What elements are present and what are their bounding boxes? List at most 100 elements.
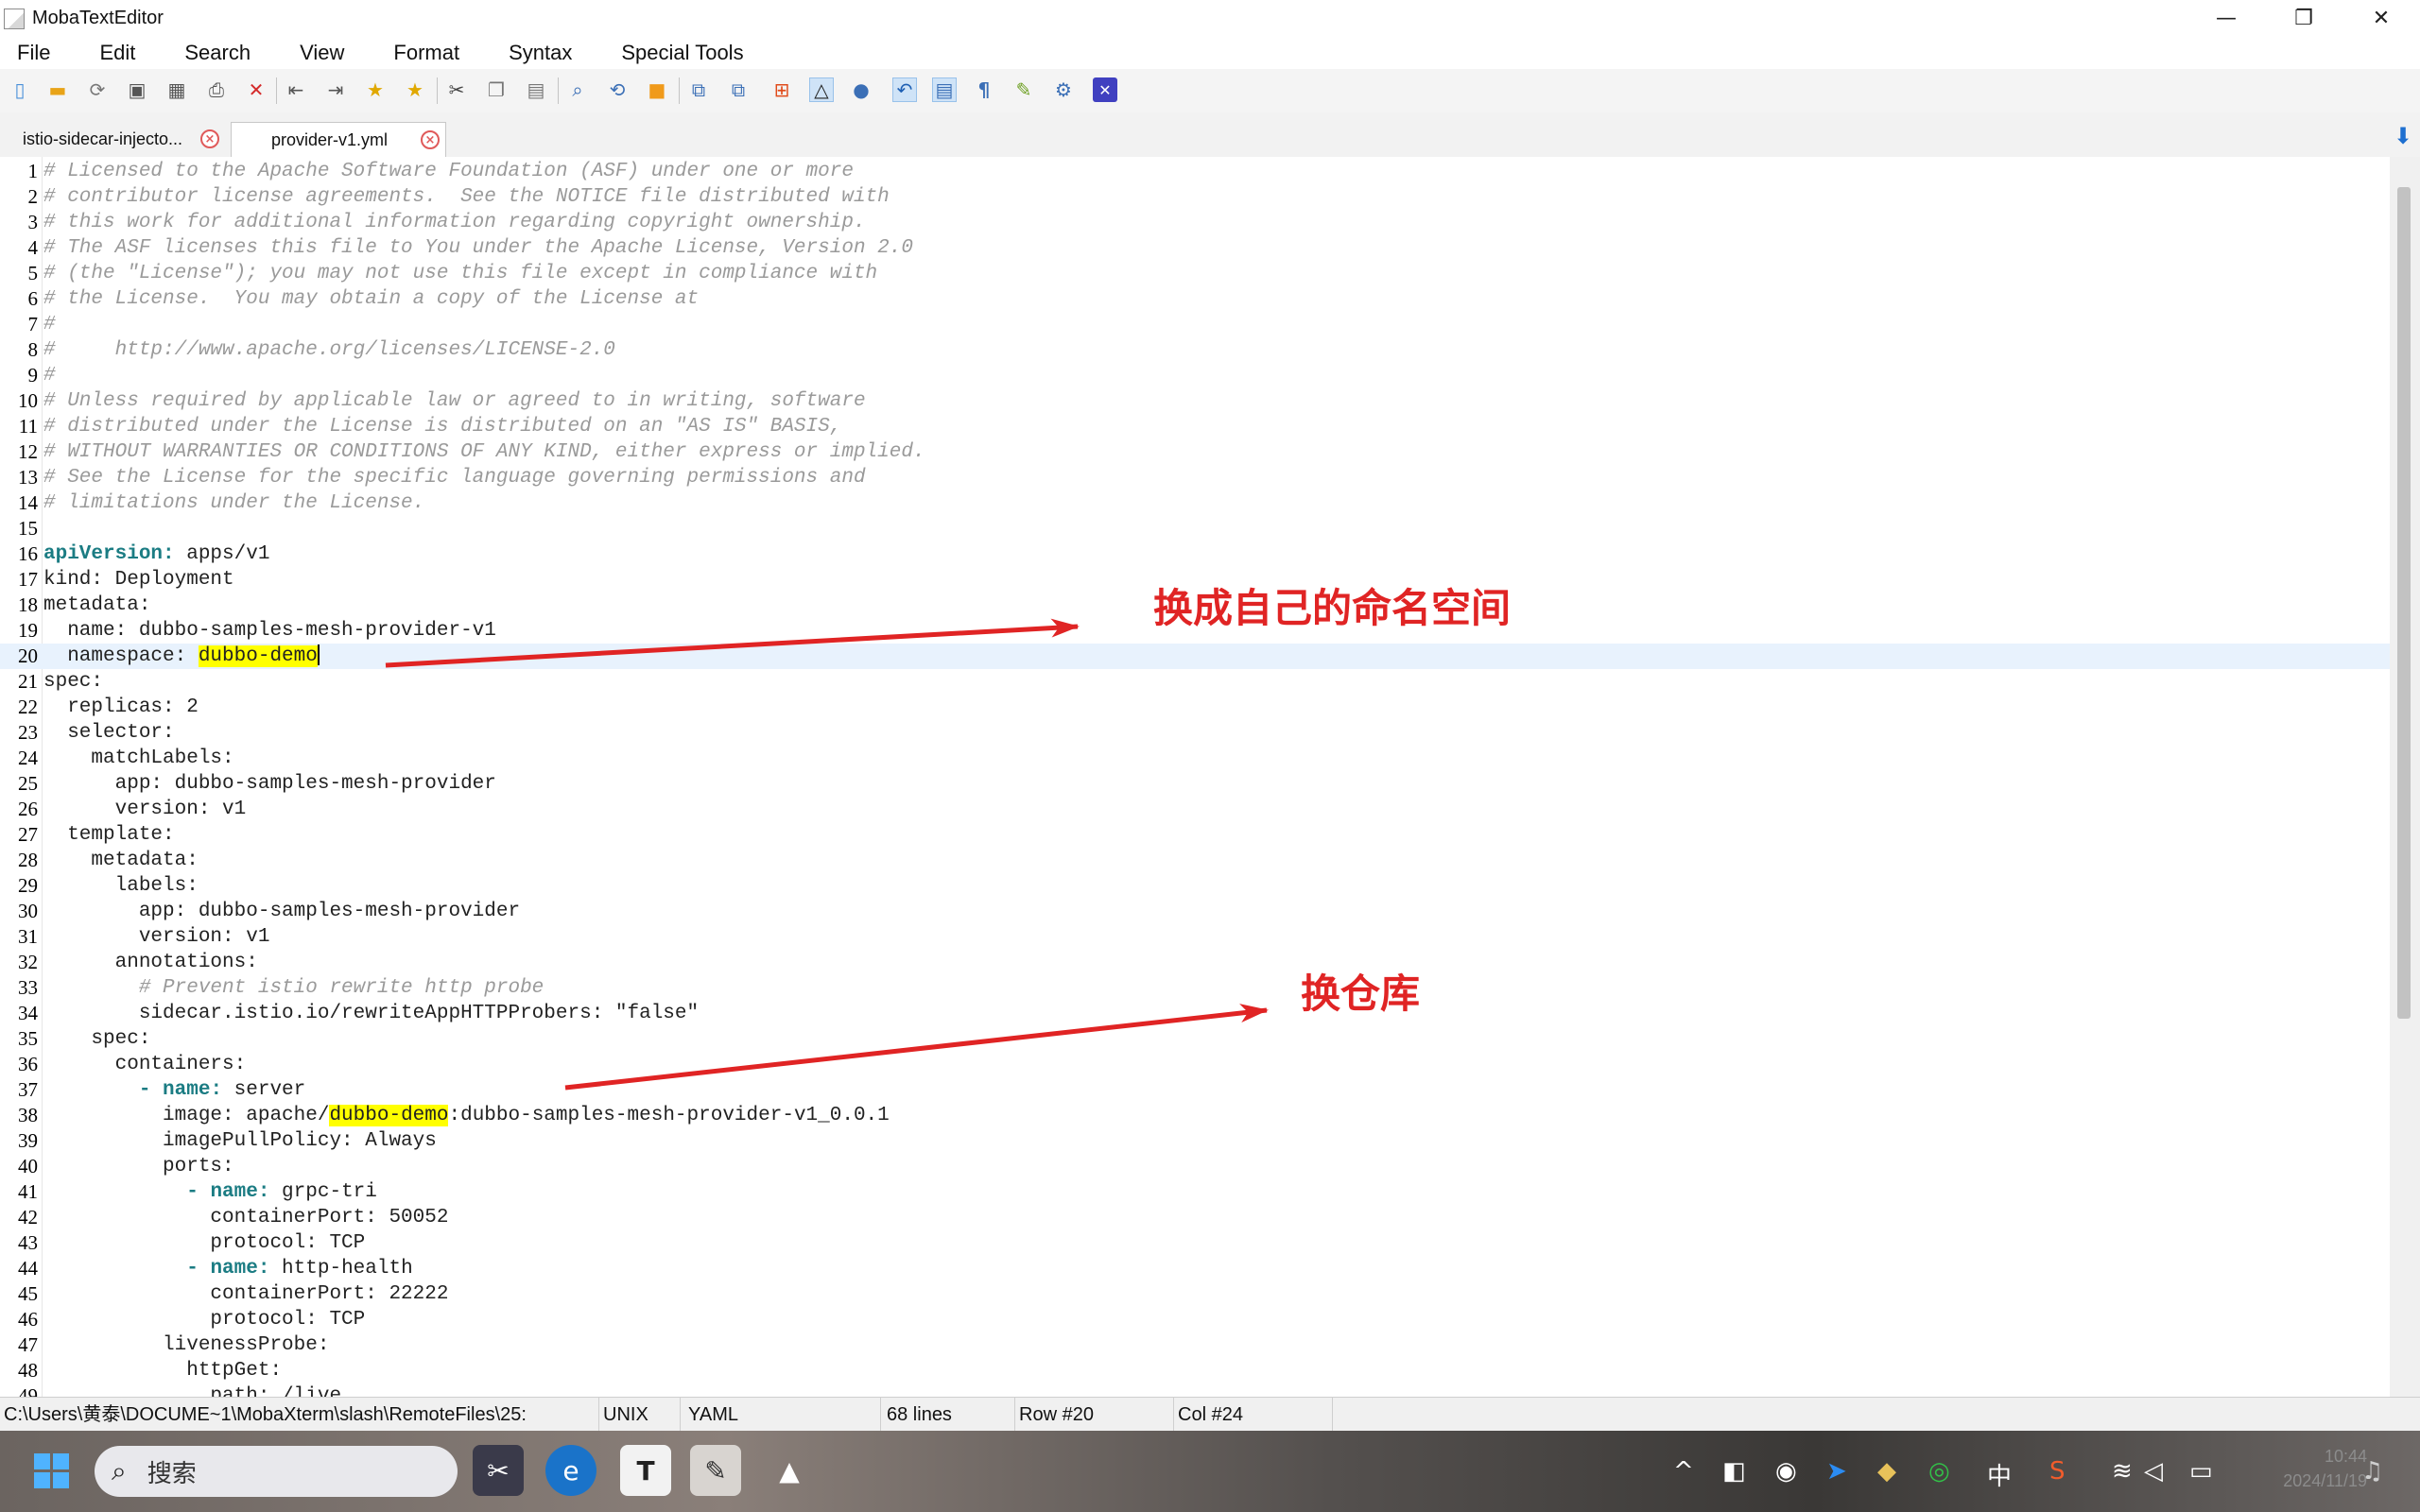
- notification-bell-icon[interactable]: ♫: [2361, 1457, 2383, 1486]
- code-line[interactable]: 10 # Unless required by applicable law or…: [0, 388, 2390, 414]
- tray-expand-icon[interactable]: ^: [1673, 1457, 1694, 1486]
- settings-icon[interactable]: ⚙: [1051, 77, 1076, 102]
- code-line[interactable]: 7 #: [0, 312, 2390, 337]
- code-line[interactable]: 37 - name: server: [0, 1077, 2390, 1103]
- code-line[interactable]: 24 matchLabels:: [0, 746, 2390, 771]
- save-icon[interactable]: ▣: [125, 77, 149, 102]
- menu-view[interactable]: View: [283, 41, 344, 65]
- restore-button[interactable]: ❐: [2265, 0, 2342, 37]
- code-line[interactable]: 8 # http://www.apache.org/licenses/LICENS…: [0, 337, 2390, 363]
- color-picker-icon[interactable]: ✎: [1011, 77, 1036, 102]
- windows-eol-icon[interactable]: ⊞: [769, 77, 794, 102]
- ime-indicator[interactable]: 中: [1987, 1457, 2012, 1492]
- vertical-scrollbar[interactable]: [2390, 157, 2420, 1397]
- code-line[interactable]: 11 # distributed under the License is dis…: [0, 414, 2390, 439]
- bookmark-icon[interactable]: ★: [363, 77, 388, 102]
- menu-syntax[interactable]: Syntax: [492, 41, 572, 65]
- code-line[interactable]: 48 httpGet:: [0, 1358, 2390, 1383]
- exit-macro-icon[interactable]: ✕: [1093, 77, 1117, 102]
- typora-icon[interactable]: T: [620, 1445, 671, 1496]
- mobaxterm-icon[interactable]: ▲: [764, 1445, 815, 1496]
- qq-icon[interactable]: ◉: [1775, 1457, 1797, 1486]
- sogou-icon[interactable]: S: [2049, 1457, 2066, 1486]
- linux-eol-icon[interactable]: △: [809, 77, 834, 102]
- tray-cat-icon[interactable]: ◆: [1877, 1457, 1896, 1486]
- code-line[interactable]: 43 protocol: TCP: [0, 1230, 2390, 1256]
- cut-icon[interactable]: ✂: [444, 77, 469, 102]
- next-bookmark-icon[interactable]: ★: [403, 77, 427, 102]
- find-replace-icon[interactable]: ⟲: [605, 77, 630, 102]
- taskbar-clock[interactable]: 10:44 2024/11/19: [2283, 1444, 2367, 1493]
- code-line[interactable]: 23 selector:: [0, 720, 2390, 746]
- print-icon[interactable]: ⎙: [204, 77, 229, 102]
- menu-search[interactable]: Search: [167, 41, 251, 65]
- scrollbar-thumb[interactable]: [2397, 187, 2411, 1019]
- code-line[interactable]: 47 livenessProbe:: [0, 1332, 2390, 1358]
- menu-file[interactable]: File: [0, 41, 50, 65]
- code-line[interactable]: 28 metadata:: [0, 848, 2390, 873]
- code-line[interactable]: 42 containerPort: 50052: [0, 1205, 2390, 1230]
- find-icon[interactable]: ⌕: [565, 77, 590, 102]
- code-line[interactable]: 20 namespace: dubbo-demo: [0, 644, 2390, 669]
- code-line[interactable]: 40 ports:: [0, 1154, 2390, 1179]
- code-line[interactable]: 21 spec:: [0, 669, 2390, 695]
- code-line[interactable]: 31 version: v1: [0, 924, 2390, 950]
- code-line[interactable]: 13 # See the License for the specific lan…: [0, 465, 2390, 490]
- code-line[interactable]: 3 # this work for additional information …: [0, 210, 2390, 235]
- word-wrap-icon[interactable]: ▤: [932, 77, 957, 102]
- code-line[interactable]: 1 # Licensed to the Apache Software Found…: [0, 159, 2390, 184]
- code-line[interactable]: 36 containers:: [0, 1052, 2390, 1077]
- close-button[interactable]: ✕: [2342, 0, 2420, 37]
- wechat-icon[interactable]: ◎: [1928, 1457, 1950, 1486]
- code-line[interactable]: 33 # Prevent istio rewrite http probe: [0, 975, 2390, 1001]
- code-line[interactable]: 41 - name: grpc-tri: [0, 1179, 2390, 1205]
- code-line[interactable]: 2 # contributor license agreements. See t…: [0, 184, 2390, 210]
- code-line[interactable]: 49 path: /live: [0, 1383, 2390, 1397]
- reload-icon[interactable]: ⟳: [85, 77, 110, 102]
- code-line[interactable]: 14 # limitations under the License.: [0, 490, 2390, 516]
- mac-eol-icon[interactable]: ●: [849, 77, 873, 102]
- menu-format[interactable]: Format: [376, 41, 459, 65]
- volume-icon[interactable]: ◁: [2144, 1457, 2163, 1486]
- code-line[interactable]: 45 containerPort: 22222: [0, 1281, 2390, 1307]
- tab-list-down-icon[interactable]: ⬇: [2394, 123, 2412, 149]
- indent-icon[interactable]: ⇥: [323, 77, 348, 102]
- new-file-icon[interactable]: ▯: [8, 77, 32, 102]
- tab-close-icon[interactable]: ×: [421, 130, 440, 149]
- code-line[interactable]: 34 sidecar.istio.io/rewriteAppHTTPProber…: [0, 1001, 2390, 1026]
- save-all-icon[interactable]: ▦: [164, 77, 189, 102]
- code-line[interactable]: 44 - name: http-health: [0, 1256, 2390, 1281]
- open-folder-icon[interactable]: ▬: [45, 77, 70, 102]
- tray-app-icon[interactable]: ◧: [1722, 1457, 1746, 1486]
- tab-close-icon[interactable]: ×: [200, 129, 219, 148]
- code-line[interactable]: 26 version: v1: [0, 797, 2390, 822]
- code-line[interactable]: 22 replicas: 2: [0, 695, 2390, 720]
- mobatexteditor-taskbar-icon[interactable]: ✎: [690, 1445, 741, 1496]
- code-line[interactable]: 5 # (the "License"); you may not use this…: [0, 261, 2390, 286]
- copy-icon[interactable]: ❐: [484, 77, 509, 102]
- close-file-icon[interactable]: ✕: [244, 77, 268, 102]
- code-line[interactable]: 39 imagePullPolicy: Always: [0, 1128, 2390, 1154]
- minimize-button[interactable]: —: [2187, 0, 2265, 37]
- code-line[interactable]: 15: [0, 516, 2390, 541]
- tab-istio-sidecar[interactable]: istio-sidecar-injecto... ×: [6, 122, 225, 157]
- start-button-icon[interactable]: [34, 1453, 70, 1489]
- merge-icon[interactable]: ⧉: [726, 77, 751, 102]
- paste-icon[interactable]: ▤: [524, 77, 548, 102]
- code-line[interactable]: 9 #: [0, 363, 2390, 388]
- code-editor[interactable]: 1 # Licensed to the Apache Software Found…: [0, 157, 2390, 1397]
- code-line[interactable]: 46 protocol: TCP: [0, 1307, 2390, 1332]
- compare-icon[interactable]: ⧉: [686, 77, 711, 102]
- menu-special-tools[interactable]: Special Tools: [604, 41, 743, 65]
- show-symbols-icon[interactable]: ¶: [972, 77, 996, 102]
- snipping-tool-icon[interactable]: ✂: [473, 1445, 524, 1496]
- code-line[interactable]: 38 image: apache/dubbo-demo:dubbo-sample…: [0, 1103, 2390, 1128]
- tray-arrow-icon[interactable]: ➤: [1826, 1457, 1847, 1486]
- battery-icon[interactable]: ▭: [2189, 1457, 2213, 1486]
- code-line[interactable]: 16 apiVersion: apps/v1: [0, 541, 2390, 567]
- wifi-icon[interactable]: ≋: [2112, 1457, 2133, 1486]
- undo-icon[interactable]: ↶: [892, 77, 917, 102]
- code-line[interactable]: 35 spec:: [0, 1026, 2390, 1052]
- code-line[interactable]: 32 annotations:: [0, 950, 2390, 975]
- code-line[interactable]: 25 app: dubbo-samples-mesh-provider: [0, 771, 2390, 797]
